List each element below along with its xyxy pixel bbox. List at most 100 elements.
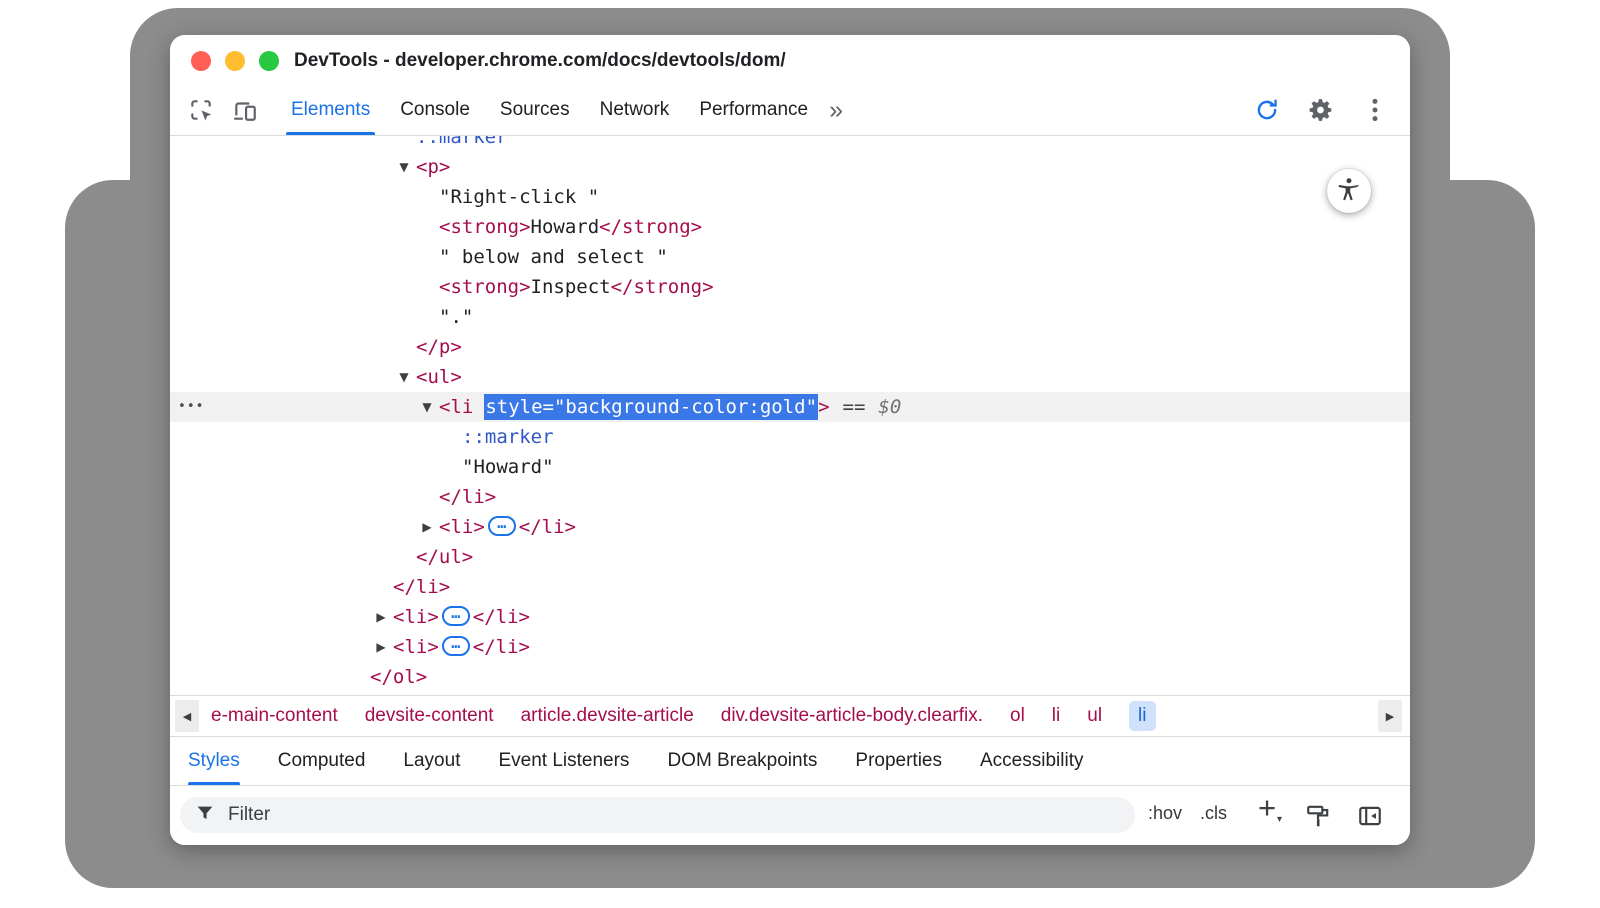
accessibility-person-icon	[1336, 176, 1362, 207]
panel-tab-layout[interactable]: Layout	[403, 737, 460, 785]
dom-tree-row[interactable]: </p>	[170, 332, 1410, 362]
dom-tree-row[interactable]: <strong>Howard</strong>	[170, 212, 1410, 242]
dom-tree-row[interactable]: ::marker	[170, 422, 1410, 452]
dom-token-tag: </li>	[439, 486, 496, 508]
page: DevTools - developer.chrome.com/docs/dev…	[0, 0, 1600, 908]
dom-token-tag: <li	[439, 396, 473, 418]
dom-tree-row[interactable]: </ul>	[170, 542, 1410, 572]
breadcrumb-scroll-right-button[interactable]: ▶	[1378, 700, 1402, 732]
panel-tab-computed[interactable]: Computed	[278, 737, 366, 785]
breadcrumb-item-div-devsite-article-body-clearfix[interactable]: div.devsite-article-body.clearfix.	[721, 705, 983, 727]
collapsed-content-button[interactable]: …	[442, 606, 470, 626]
dom-tree-row[interactable]: ▼<p>	[170, 152, 1410, 182]
rendering-paint-roller-icon[interactable]	[1304, 802, 1332, 830]
expand-arrow-right-icon[interactable]: ▶	[418, 512, 436, 542]
breadcrumb-item-devsite-content[interactable]: devsite-content	[365, 705, 494, 727]
dom-tree-row[interactable]: "Howard"	[170, 452, 1410, 482]
panel-tab-event-listeners[interactable]: Event Listeners	[498, 737, 629, 785]
tab-elements[interactable]: Elements	[276, 85, 385, 135]
new-style-rule-button[interactable]: +	[1258, 790, 1276, 826]
dom-tree-row[interactable]: ▶<li>…</li>	[170, 602, 1410, 632]
toggle-class-button[interactable]: .cls	[1200, 803, 1227, 824]
filter-funnel-icon	[194, 802, 216, 829]
dom-token-tag: <ul>	[416, 366, 462, 388]
dom-tree-row[interactable]: </li>	[170, 572, 1410, 602]
dom-tree-row[interactable]: </ol>	[170, 662, 1410, 692]
dom-token-text: Howard	[531, 216, 600, 238]
breadcrumb-item-li[interactable]: li	[1129, 701, 1155, 731]
toolbar-tabs: ElementsConsoleSourcesNetworkPerformance	[276, 85, 823, 135]
breadcrumb-item-ul[interactable]: ul	[1087, 705, 1102, 727]
toggle-sidebar-panel-icon[interactable]	[1356, 802, 1384, 830]
dom-token-tag: </ul>	[416, 546, 473, 568]
row-overflow-menu-icon[interactable]: •••	[178, 392, 204, 422]
dom-tree-row[interactable]: </li>	[170, 482, 1410, 512]
panel-tab-styles[interactable]: Styles	[188, 737, 240, 785]
tab-sources[interactable]: Sources	[485, 85, 585, 135]
sidebar-panel-tabs: Styles Computed Layout Event Listeners DOM B…	[170, 737, 1410, 785]
settings-gear-icon[interactable]	[1304, 93, 1338, 127]
dom-token-tag: </li>	[519, 516, 576, 538]
styles-filter-input[interactable]	[226, 803, 930, 827]
tab-performance[interactable]: Performance	[684, 85, 823, 135]
dom-token-text: "."	[439, 306, 473, 328]
devtools-toolbar: ElementsConsoleSourcesNetworkPerformance…	[170, 85, 1410, 136]
dom-tree-row[interactable]: <strong>Inspect</strong>	[170, 272, 1410, 302]
panel-tab-accessibility[interactable]: Accessibility	[980, 737, 1083, 785]
expand-arrow-down-icon[interactable]: ▼	[395, 152, 413, 182]
breadcrumb-scroll-left-button[interactable]: ◀	[175, 700, 199, 732]
expand-arrow-right-icon[interactable]: ▶	[372, 632, 390, 662]
dom-token-tag: <li>	[393, 606, 439, 628]
minimize-window-button[interactable]	[225, 51, 245, 71]
breadcrumb-item-ol[interactable]: ol	[1010, 705, 1025, 727]
collapsed-content-button[interactable]: …	[488, 516, 516, 536]
dom-tree-row[interactable]: " below and select "	[170, 242, 1410, 272]
devtools-window: DevTools - developer.chrome.com/docs/dev…	[170, 35, 1410, 845]
close-window-button[interactable]	[191, 51, 211, 71]
expand-arrow-down-icon[interactable]: ▼	[418, 392, 436, 422]
breadcrumb-items: e-main-content devsite-content article.dev…	[211, 696, 1156, 736]
toggle-hover-state-button[interactable]: :hov	[1148, 803, 1182, 824]
breadcrumb-bar: ◀ e-main-content devsite-content article.d…	[170, 695, 1410, 737]
inspect-element-icon[interactable]	[184, 93, 218, 127]
new-style-rule-caret-icon: ▾	[1277, 814, 1282, 825]
dom-token-pseudo: ::marker	[416, 136, 508, 148]
dom-token-tag: <li>	[439, 516, 485, 538]
sync-icon[interactable]	[1250, 93, 1284, 127]
dom-tree-row[interactable]: •••▼<listyle="background-color:gold">==$…	[170, 392, 1410, 422]
styles-filter-field[interactable]	[180, 797, 1135, 833]
dom-token-tag: <p>	[416, 156, 450, 178]
tab-console[interactable]: Console	[385, 85, 485, 135]
expand-arrow-right-icon[interactable]: ▶	[372, 602, 390, 632]
breadcrumb-item-article-devsite-article[interactable]: article.devsite-article	[521, 705, 694, 727]
breadcrumb-item-e-main-content[interactable]: e-main-content	[211, 705, 338, 727]
dom-token-tag: </strong>	[599, 216, 702, 238]
panel-tab-dom-breakpoints[interactable]: DOM Breakpoints	[667, 737, 817, 785]
breadcrumb-item-li[interactable]: li	[1052, 705, 1060, 727]
dom-tree-row[interactable]: "."	[170, 302, 1410, 332]
dom-token-pseudo: ::marker	[462, 426, 554, 448]
dom-token-tag: <strong>	[439, 276, 531, 298]
dom-token-text: "Right-click "	[439, 186, 599, 208]
dom-tree-row[interactable]: ▶<li>…</li>	[170, 512, 1410, 542]
accessibility-floating-button[interactable]	[1327, 169, 1371, 213]
more-tabs-icon[interactable]: »	[823, 85, 849, 135]
dom-token-tag: <strong>	[439, 216, 531, 238]
dom-token-tag: </li>	[393, 576, 450, 598]
dom-tree-row[interactable]: "Right-click "	[170, 182, 1410, 212]
dom-token-attrsel: style="background-color:gold"	[484, 394, 818, 420]
tab-network[interactable]: Network	[585, 85, 685, 135]
dom-tree-row[interactable]: ▼<ul>	[170, 362, 1410, 392]
collapsed-content-button[interactable]: …	[442, 636, 470, 656]
dom-token-tag: </li>	[473, 636, 530, 658]
panel-tab-properties[interactable]: Properties	[855, 737, 942, 785]
maximize-window-button[interactable]	[259, 51, 279, 71]
dom-token-eq: ==	[843, 396, 866, 418]
window-title: DevTools - developer.chrome.com/docs/dev…	[294, 50, 786, 72]
dom-tree-row[interactable]: ▶<li>…</li>	[170, 632, 1410, 662]
dom-token-tag: </li>	[473, 606, 530, 628]
expand-arrow-down-icon[interactable]: ▼	[395, 362, 413, 392]
device-toolbar-icon[interactable]	[228, 93, 262, 127]
more-menu-kebab-icon[interactable]	[1358, 93, 1392, 127]
dom-tree-row[interactable]: ::marker	[170, 136, 1410, 152]
